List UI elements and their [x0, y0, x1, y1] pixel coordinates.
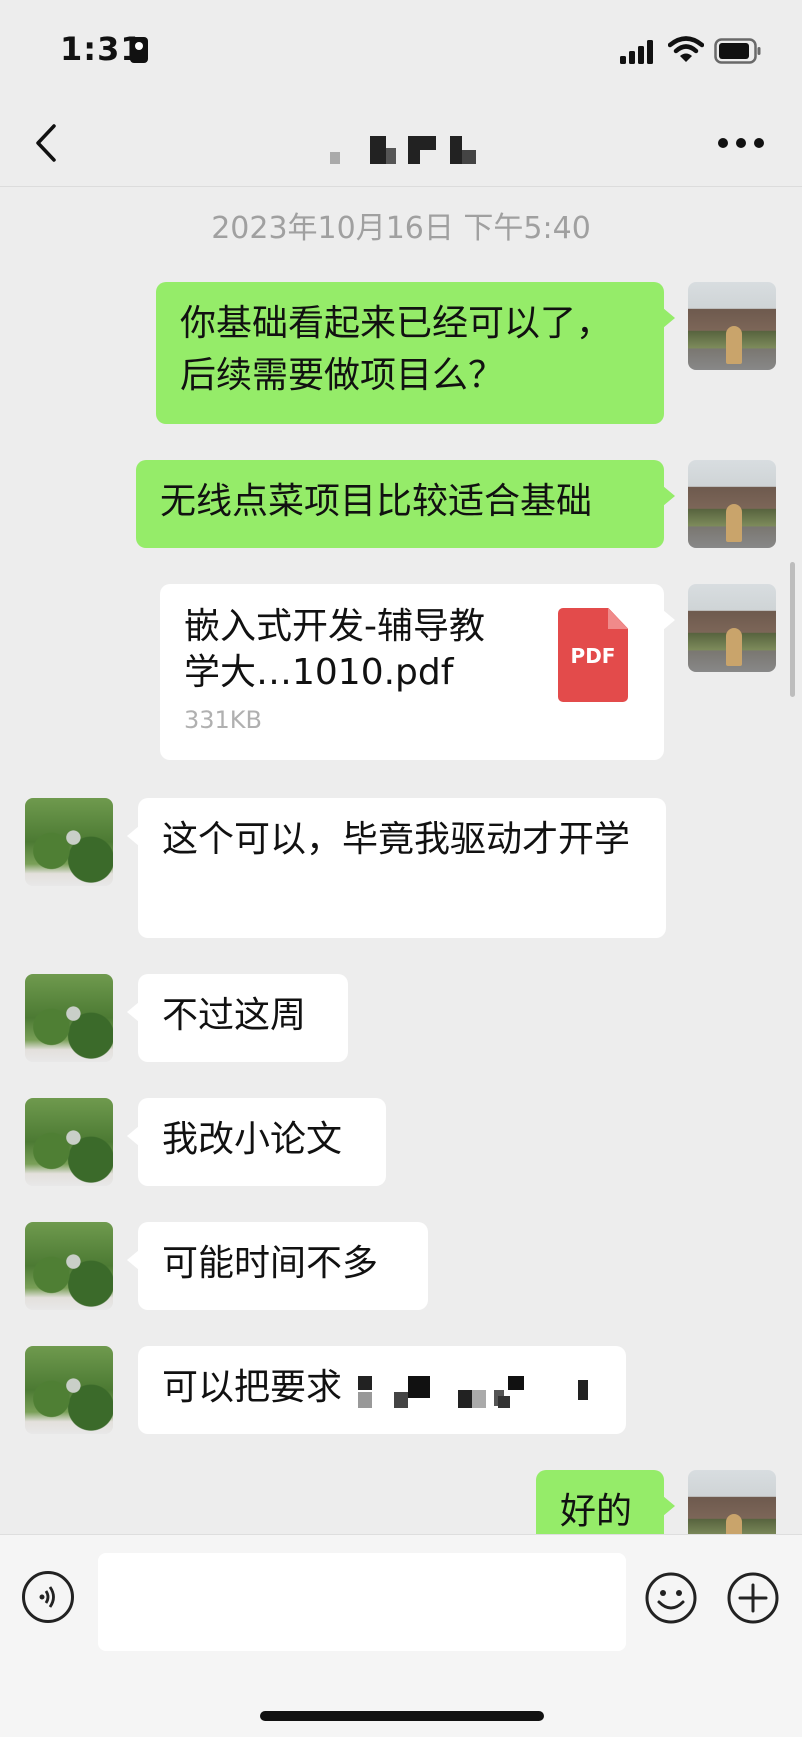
file-name: 嵌入式开发-辅导教学大…1010.pdf	[184, 606, 485, 693]
message-timestamp: 2023年10月16日 下午5:40	[211, 211, 591, 246]
file-size: 331KB	[184, 706, 263, 734]
more-dots-icon[interactable]	[718, 138, 764, 150]
chat-header	[0, 100, 802, 187]
message-text: 可能时间不多	[162, 1243, 379, 1284]
contact-avatar[interactable]	[25, 974, 113, 1062]
voice-icon[interactable]	[22, 1571, 74, 1623]
message-bubble-received[interactable]: 这个可以，毕竟我驱动才开学	[127, 798, 666, 938]
chat-title-redacted	[330, 136, 480, 166]
message-bubble-received[interactable]: 可能时间不多	[127, 1222, 428, 1310]
chat-input-bar	[0, 1534, 802, 1737]
emoji-icon[interactable]	[644, 1571, 698, 1625]
contact-avatar[interactable]	[25, 1222, 113, 1310]
my-avatar[interactable]	[688, 460, 776, 548]
voice-waves-icon	[39, 1586, 55, 1608]
message-text: 可以把要求	[162, 1367, 343, 1408]
message-bubble-received[interactable]: 可以把要求	[138, 1346, 626, 1434]
portrait-lock-icon	[130, 37, 148, 63]
my-avatar[interactable]	[688, 282, 776, 370]
chevron-left-icon[interactable]	[30, 122, 70, 164]
message-bubble-sent[interactable]: 无线点菜项目比较适合基础	[136, 460, 675, 548]
message-text: 不过这周	[162, 995, 307, 1036]
message-bubble-received[interactable]: 我改小论文	[127, 1098, 386, 1186]
my-avatar[interactable]	[688, 584, 776, 672]
message-text: 这个可以，毕竟我驱动才开学	[162, 819, 631, 860]
home-indicator	[260, 1711, 544, 1721]
battery-icon	[714, 38, 761, 64]
message-text: 你基础看起来已经可以了，后续需要做项目么？	[180, 303, 613, 396]
message-input[interactable]	[98, 1553, 626, 1651]
plus-icon[interactable]	[726, 1571, 780, 1625]
message-bubble-received[interactable]: 不过这周	[127, 974, 348, 1062]
contact-avatar[interactable]	[25, 1346, 113, 1434]
cellular-signal-icon	[620, 40, 653, 64]
scrollbar[interactable]	[790, 562, 795, 697]
redaction-mosaic	[358, 1376, 608, 1412]
status-bar: 1:31	[0, 0, 802, 100]
contact-avatar[interactable]	[25, 1098, 113, 1186]
message-text: 无线点菜项目比较适合基础	[160, 481, 593, 522]
message-bubble-sent[interactable]: 你基础看起来已经可以了，后续需要做项目么？	[156, 282, 675, 424]
pdf-file-label: PDF	[570, 644, 616, 668]
wifi-icon	[668, 36, 704, 62]
file-message-card[interactable]: 嵌入式开发-辅导教学大…1010.pdf 331KB PDF	[160, 584, 675, 760]
message-text: 好的	[560, 1491, 633, 1532]
message-text: 我改小论文	[162, 1119, 343, 1160]
contact-avatar[interactable]	[25, 798, 113, 886]
